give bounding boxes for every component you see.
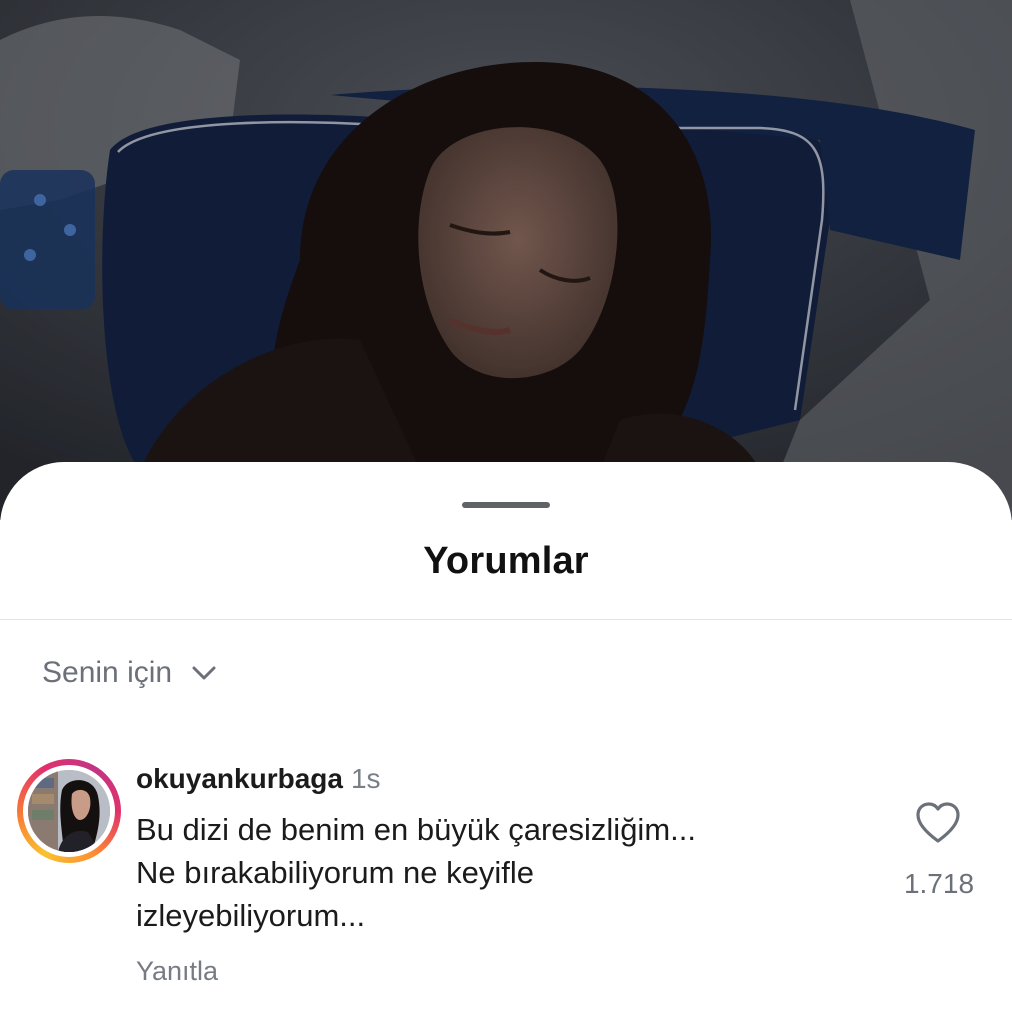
sheet-grabber-handle[interactable] <box>462 502 550 508</box>
chevron-down-icon <box>192 666 216 680</box>
comment-text-line: Bu dizi de benim en büyük çaresizliğim..… <box>136 812 696 847</box>
reply-button[interactable]: Yanıtla <box>136 956 218 987</box>
like-count: 1.718 <box>903 868 975 899</box>
comments-sheet: Yorumlar Senin için okuyankurbaga 1s Bu … <box>0 462 1012 1024</box>
avatar-frame <box>23 765 115 857</box>
comment-timestamp: 1s <box>350 763 381 794</box>
sort-label: Senin için <box>42 656 173 689</box>
comment-sort-dropdown[interactable]: Senin için <box>42 653 218 693</box>
sheet-title: Yorumlar <box>423 540 589 582</box>
comment-username[interactable]: okuyankurbaga <box>136 763 343 794</box>
story-ring[interactable] <box>17 759 121 863</box>
heart-outline-icon <box>916 802 960 843</box>
comment-text-line: Ne bırakabiliyorum ne keyifle <box>136 855 535 890</box>
video-background <box>0 0 1012 520</box>
comment-text-line: izleyebiliyorum... <box>136 898 366 933</box>
avatar[interactable] <box>28 770 110 852</box>
header-divider <box>0 619 1012 620</box>
avatar-image <box>28 770 110 852</box>
like-button[interactable] <box>914 800 962 846</box>
comment-text: Bu dizi de benim en büyük çaresizliğim..… <box>136 808 836 937</box>
comment-header: okuyankurbaga 1s <box>136 762 381 796</box>
comment-item: okuyankurbaga 1s Bu dizi de benim en büyü… <box>0 752 1012 1002</box>
video-frame-image <box>0 0 1012 520</box>
